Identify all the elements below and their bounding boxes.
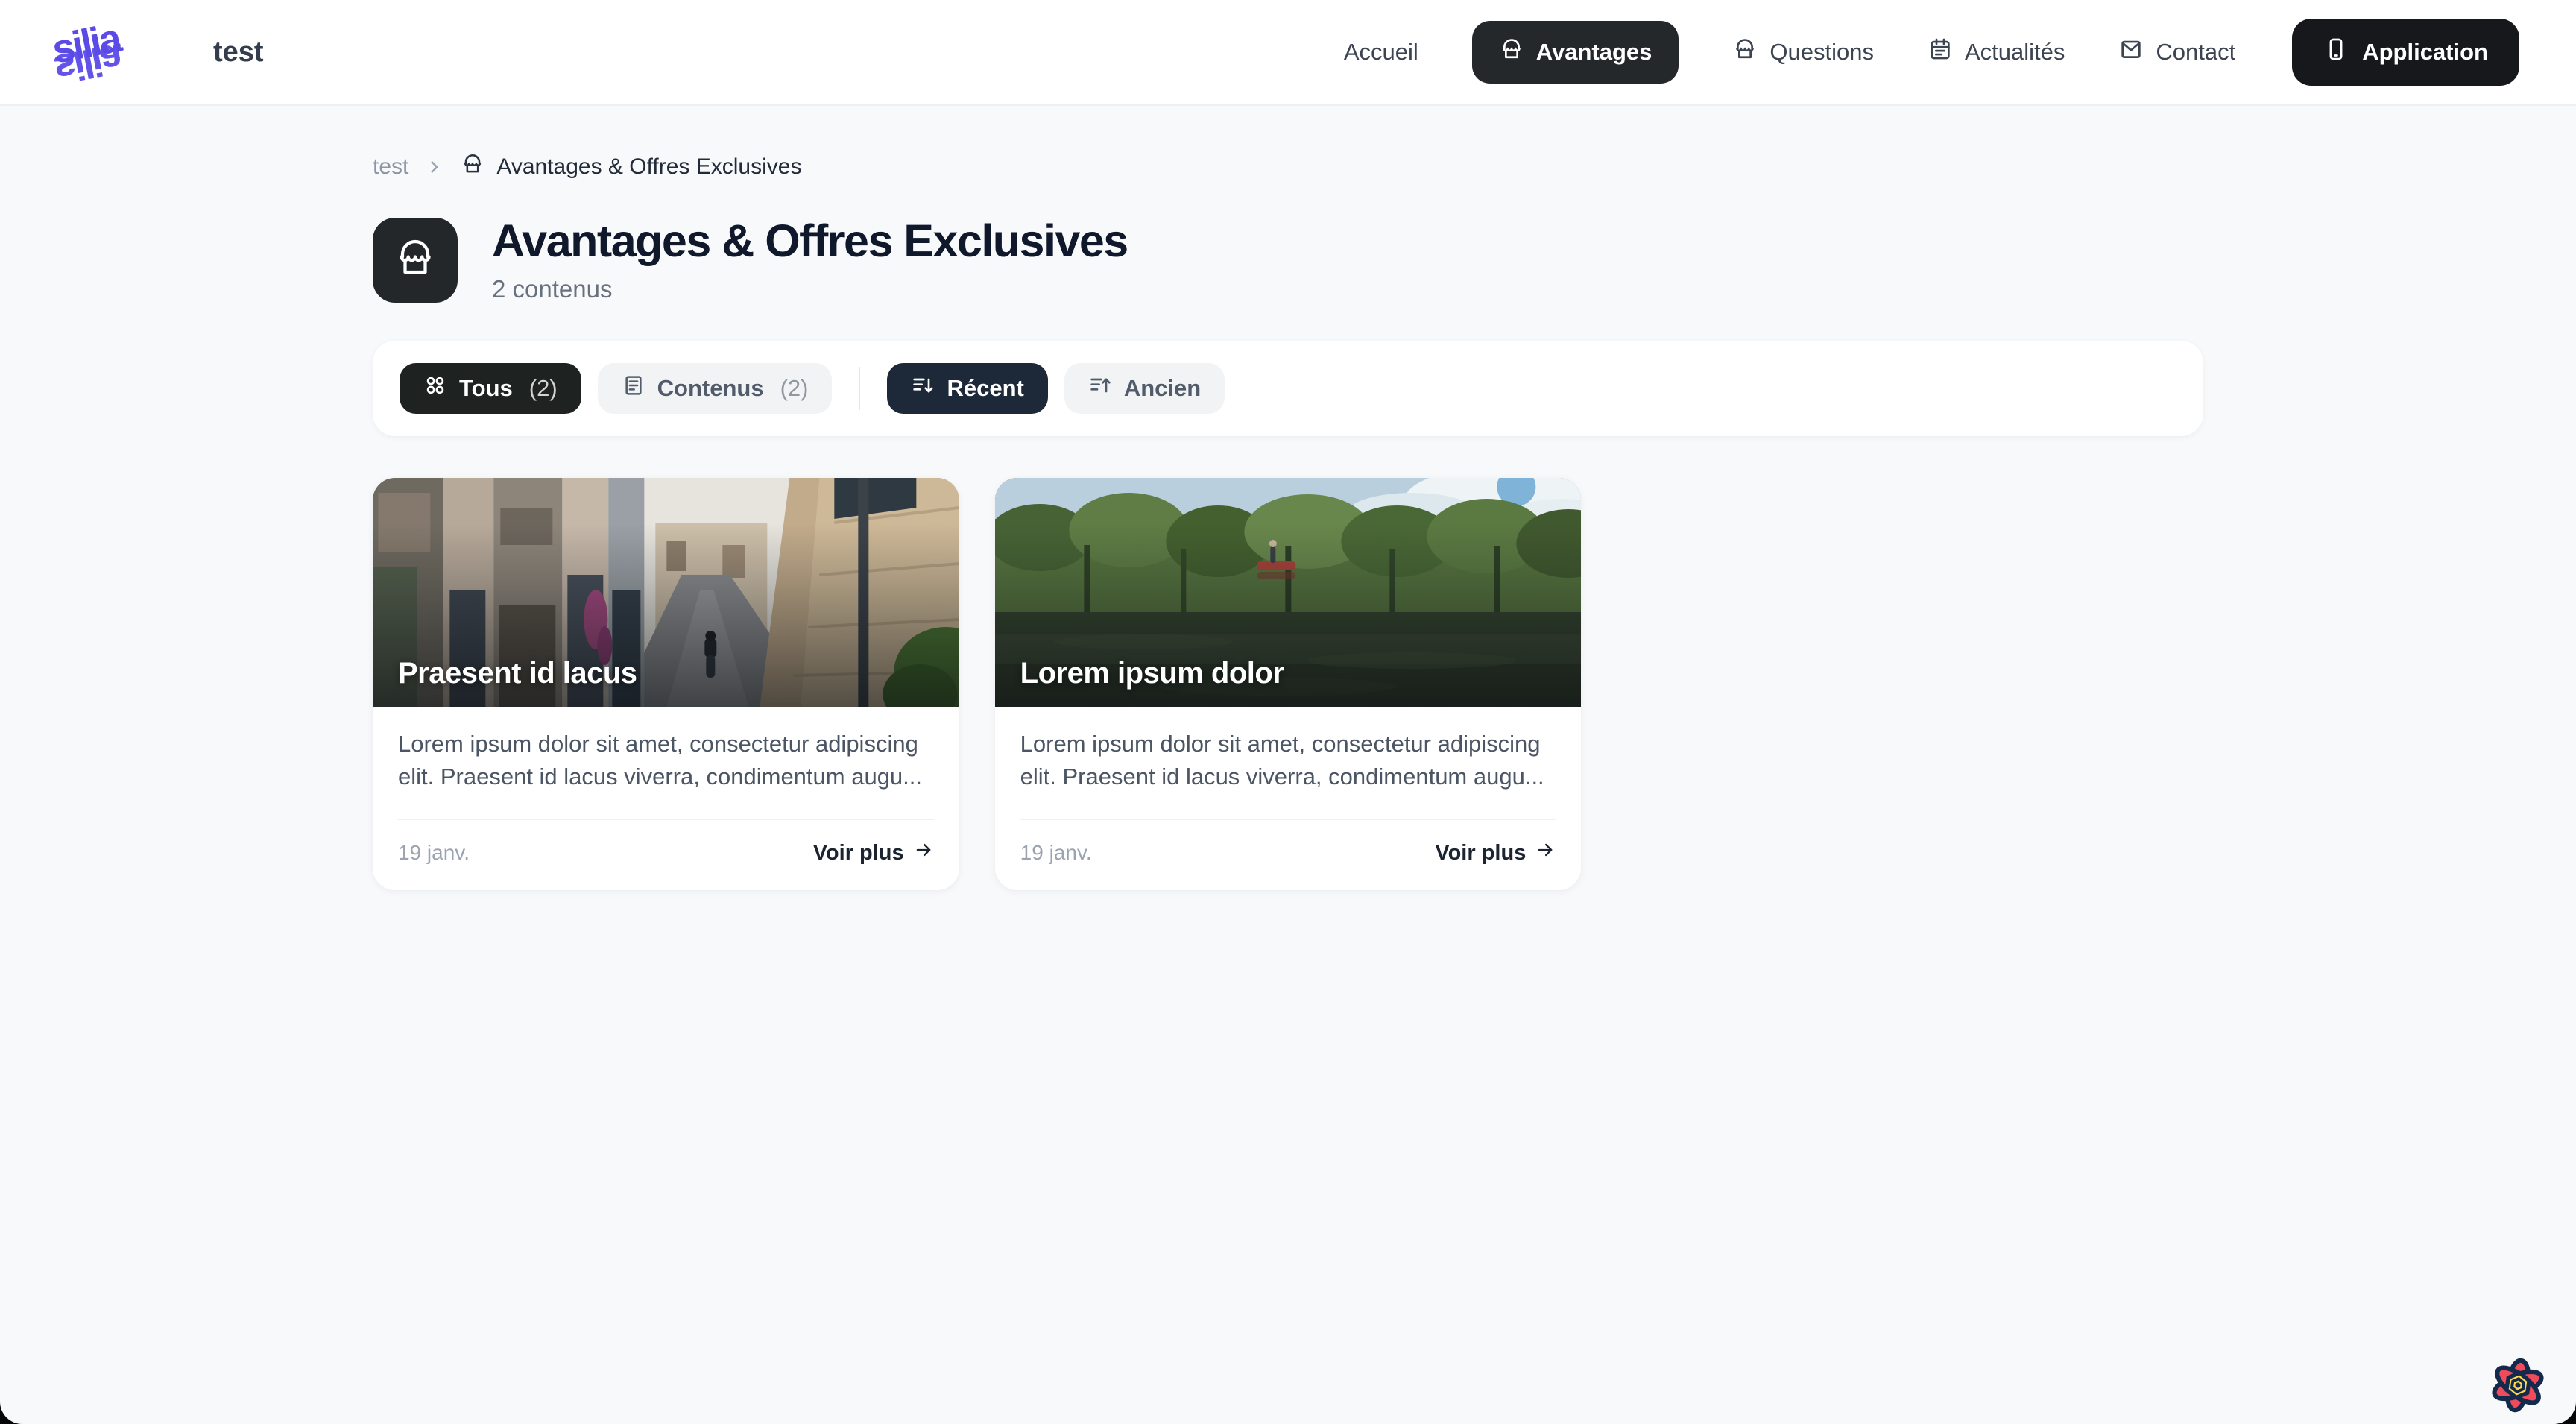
sort-button-label: Ancien [1124,375,1201,402]
sort-ascending-icon [1088,374,1112,403]
arrow-right-icon [913,839,934,866]
nav-item-accueil[interactable]: Accueil [1344,39,1418,66]
voir-plus-label: Voir plus [813,841,904,866]
nav-item-label: Contact [2156,39,2235,66]
smartphone-icon [2323,37,2349,68]
voir-plus-link[interactable]: Voir plus [1435,839,1556,866]
brand: silia silia test [52,7,264,97]
calendar-icon [1928,37,1953,68]
mail-icon [2118,37,2144,68]
nav-item-label: Actualités [1965,39,2065,66]
card-date: 19 janv. [398,841,470,865]
nav-item-label: Accueil [1344,39,1418,66]
sort-button-recent[interactable]: Récent [887,363,1047,414]
application-button-label: Application [2362,39,2488,66]
sort-descending-icon [911,374,935,403]
nav-item-avantages[interactable]: Avantages [1472,21,1679,84]
content-card-grid: Praesent id lacus Lorem ipsum dolor sit … [373,478,2203,950]
voir-plus-link[interactable]: Voir plus [813,839,934,866]
card-footer: 19 janv. Voir plus [373,820,959,890]
content-count: 2 contenus [492,275,1128,303]
card-title: Lorem ipsum dolor [1020,657,1284,690]
card-body: Lorem ipsum dolor sit amet, consectetur … [995,707,1582,793]
devtools-toggle-button[interactable] [2485,1352,2551,1418]
filter-tab-count: (2) [780,375,809,402]
page: silia silia test Accueil Avantages [0,0,2576,1424]
nav-item-actualites[interactable]: Actualités [1928,37,2065,68]
store-icon [1499,37,1524,68]
breadcrumb-current: Avantages & Offres Exclusives [461,152,801,182]
card-image-swamp: Lorem ipsum dolor [995,478,1582,707]
silia-logo[interactable]: silia silia [52,7,179,97]
filter-tab-count: (2) [529,375,558,402]
card-excerpt: Lorem ipsum dolor sit amet, consectetur … [398,728,934,793]
main-content: test Avantages & Offres Exclusives [373,106,2203,1424]
card-footer: 19 janv. Voir plus [995,820,1582,890]
store-icon [461,152,484,182]
top-navigation: silia silia test Accueil Avantages [0,0,2576,106]
nav-item-label: Questions [1770,39,1874,66]
sort-button-ancien[interactable]: Ancien [1064,363,1225,414]
store-icon [1732,37,1758,68]
card-date: 19 janv. [1020,841,1092,865]
breadcrumb: test Avantages & Offres Exclusives [373,152,2203,182]
store-icon [393,236,438,284]
sort-button-label: Récent [947,375,1023,402]
filter-tab-tous[interactable]: Tous (2) [400,363,581,414]
card-excerpt: Lorem ipsum dolor sit amet, consectetur … [1020,728,1556,793]
filter-tab-contenus[interactable]: Contenus (2) [598,363,833,414]
atom-flower-icon [2485,1409,2551,1420]
filter-tab-label: Tous [459,375,513,402]
page-header: Avantages & Offres Exclusives 2 contenus [373,216,2203,303]
page-title: Avantages & Offres Exclusives [492,216,1128,266]
section-icon-tile [373,218,458,303]
page-header-text: Avantages & Offres Exclusives 2 contenus [492,216,1128,303]
content-card[interactable]: Praesent id lacus Lorem ipsum dolor sit … [373,478,959,890]
filter-tab-label: Contenus [657,375,764,402]
nav-item-contact[interactable]: Contact [2118,37,2235,68]
filter-divider [859,367,860,410]
content-card[interactable]: Lorem ipsum dolor Lorem ipsum dolor sit … [995,478,1582,890]
site-name: test [213,37,264,69]
chevron-right-icon [425,157,444,177]
nav-item-questions[interactable]: Questions [1732,37,1874,68]
nav-items: Accueil Avantages [1344,21,2235,84]
grid-icon [423,374,447,403]
arrow-right-icon [1535,839,1556,866]
filter-panel: Tous (2) Contenus (2) [373,341,2203,436]
document-icon [622,374,645,403]
card-image-alley: Praesent id lacus [373,478,959,707]
voir-plus-label: Voir plus [1435,841,1526,866]
application-button[interactable]: Application [2292,19,2519,86]
breadcrumb-root-link[interactable]: test [373,154,408,180]
nav-item-label: Avantages [1536,39,1652,66]
card-body: Lorem ipsum dolor sit amet, consectetur … [373,707,959,793]
breadcrumb-current-label: Avantages & Offres Exclusives [496,154,801,180]
card-title: Praesent id lacus [398,657,637,690]
